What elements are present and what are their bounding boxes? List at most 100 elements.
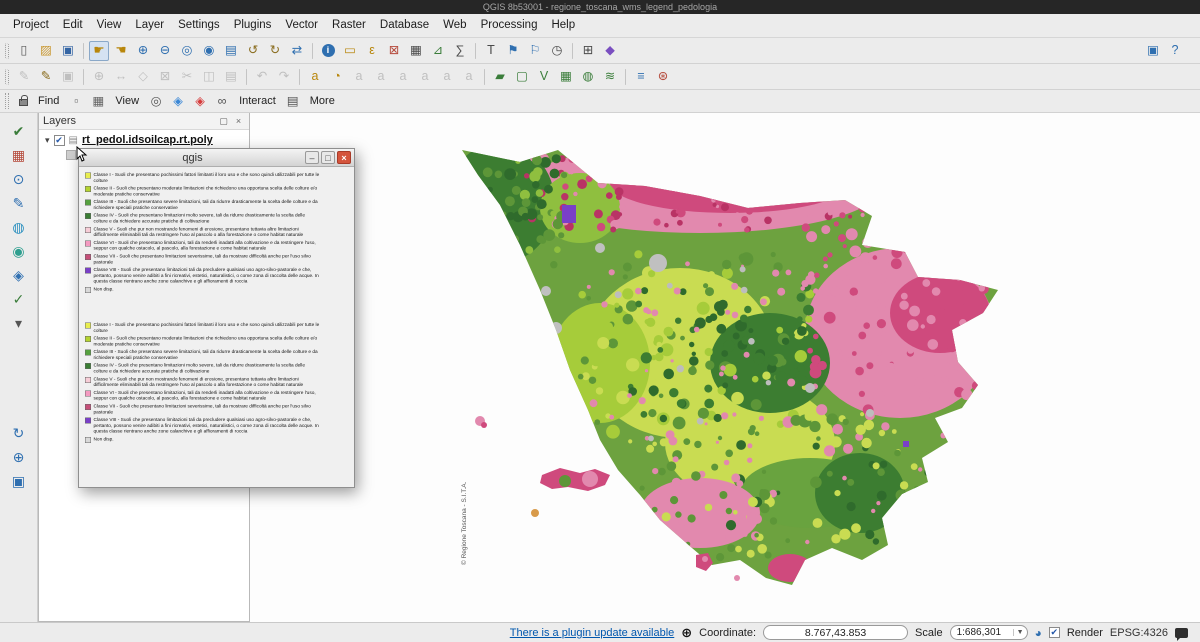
topology-checker-icon[interactable]: ▦ xyxy=(6,143,32,167)
geometry-tool-icon[interactable]: ◈ xyxy=(6,263,32,287)
menu-database[interactable]: Database xyxy=(373,14,436,37)
add-delimited-text-icon[interactable]: ≋ xyxy=(600,67,620,87)
map-canvas[interactable]: © Regione Toscana - S.I.T.A. xyxy=(250,113,1200,622)
new-map-view-icon[interactable]: ⊞ xyxy=(578,41,598,61)
identify-search-icon[interactable]: ⊙ xyxy=(6,167,32,191)
zoom-next-icon[interactable]: ↻ xyxy=(265,41,285,61)
project-open-icon[interactable]: ▨ xyxy=(36,41,56,61)
python-console-icon[interactable]: ≡ xyxy=(631,67,651,87)
cube-plugin-icon[interactable]: ▣ xyxy=(6,469,32,493)
find-label[interactable]: Find xyxy=(32,95,65,107)
processing-toolbox-icon[interactable]: ⊛ xyxy=(653,67,673,87)
help-contents-icon[interactable]: ? xyxy=(1165,41,1185,61)
menu-vector[interactable]: Vector xyxy=(278,14,325,37)
new-geopackage-layer-icon[interactable]: ▢ xyxy=(512,67,532,87)
change-label-icon[interactable]: a xyxy=(459,67,479,87)
select-by-expression-icon[interactable]: ε xyxy=(362,41,382,61)
messages-icon[interactable] xyxy=(1175,628,1188,638)
link-infinity-icon[interactable]: ∞ xyxy=(212,91,232,111)
menu-view[interactable]: View xyxy=(90,14,129,37)
layer-diagram-icon[interactable]: ◔ xyxy=(327,67,347,87)
marker-blue-icon[interactable]: ◈ xyxy=(168,91,188,111)
add-wms-layer-icon[interactable]: ◍ xyxy=(578,67,598,87)
interact-panel-icon[interactable]: ▤ xyxy=(283,91,303,111)
find-widget-icon[interactable]: ▫ xyxy=(66,91,86,111)
map-tips-icon[interactable]: T xyxy=(481,41,501,61)
more-label[interactable]: More xyxy=(304,95,341,107)
add-raster-layer-icon[interactable]: ▦ xyxy=(556,67,576,87)
refresh-map-icon[interactable]: ⇄ xyxy=(287,41,307,61)
move-feature-icon[interactable]: ↔ xyxy=(111,67,131,87)
unpin-labels-icon[interactable]: a xyxy=(371,67,391,87)
current-edits-icon[interactable]: ✎ xyxy=(14,67,34,87)
new-bookmark-icon[interactable]: ⚑ xyxy=(503,41,523,61)
undo-icon[interactable]: ↶ xyxy=(252,67,272,87)
deselect-features-icon[interactable]: ⊠ xyxy=(384,41,404,61)
layer-visibility-checkbox[interactable]: ✔ xyxy=(54,135,65,146)
menu-help[interactable]: Help xyxy=(544,14,582,37)
style-manager-icon[interactable]: ◆ xyxy=(600,41,620,61)
view-eye-icon[interactable]: ◎ xyxy=(146,91,166,111)
cut-features-icon[interactable]: ✂ xyxy=(177,67,197,87)
show-hidden-labels-icon[interactable]: a xyxy=(393,67,413,87)
plugin-update-link[interactable]: There is a plugin update available xyxy=(510,627,675,639)
save-layer-edits-icon[interactable]: ▣ xyxy=(58,67,78,87)
digitizing-check-icon[interactable]: ✔ xyxy=(6,119,32,143)
select-features-icon[interactable]: ▭ xyxy=(340,41,360,61)
zoom-to-selection-icon[interactable]: ◉ xyxy=(199,41,219,61)
find-grid-icon[interactable]: ▦ xyxy=(88,91,108,111)
menu-settings[interactable]: Settings xyxy=(171,14,227,37)
menu-project[interactable]: Project xyxy=(6,14,56,37)
search-plugin-icon[interactable]: ⊕ xyxy=(6,445,32,469)
plugin-manager-icon[interactable]: ▣ xyxy=(1143,41,1163,61)
rotate-label-icon[interactable]: a xyxy=(437,67,457,87)
marker-red-icon[interactable]: ◈ xyxy=(190,91,210,111)
project-new-icon[interactable]: ▯ xyxy=(14,41,34,61)
pin-labels-icon[interactable]: a xyxy=(349,67,369,87)
lock-icon[interactable] xyxy=(19,99,28,106)
open-attribute-table-icon[interactable]: ▦ xyxy=(406,41,426,61)
redo-icon[interactable]: ↷ xyxy=(274,67,294,87)
layer-name[interactable]: rt_pedol.idsoilcap.rt.poly xyxy=(82,134,213,146)
coordinate-capture-icon[interactable]: ◉ xyxy=(6,239,32,263)
maximize-button[interactable]: □ xyxy=(321,151,335,164)
layer-expander-icon[interactable]: ▾ xyxy=(45,135,50,146)
menu-layer[interactable]: Layer xyxy=(128,14,171,37)
menu-edit[interactable]: Edit xyxy=(56,14,90,37)
coordinate-input[interactable] xyxy=(763,625,908,640)
vector-check-icon[interactable]: ✓ xyxy=(6,287,32,311)
show-bookmarks-icon[interactable]: ⚐ xyxy=(525,41,545,61)
zoom-in-icon[interactable]: ⊕ xyxy=(133,41,153,61)
dialog-titlebar[interactable]: qgis – □ × xyxy=(79,149,354,167)
menu-processing[interactable]: Processing xyxy=(474,14,545,37)
menu-plugins[interactable]: Plugins xyxy=(227,14,279,37)
rotation-icon[interactable]: ◕ xyxy=(1035,626,1042,640)
render-checkbox[interactable]: ✔ xyxy=(1049,627,1060,638)
close-button[interactable]: × xyxy=(337,151,351,164)
panel-close-icon[interactable]: × xyxy=(232,115,245,128)
zoom-full-icon[interactable]: ◎ xyxy=(177,41,197,61)
panel-dock-icon[interactable]: ▢ xyxy=(217,115,230,128)
vertex-tool-icon[interactable]: ◇ xyxy=(133,67,153,87)
copy-features-icon[interactable]: ◫ xyxy=(199,67,219,87)
pan-to-selection-icon[interactable]: ☚ xyxy=(111,41,131,61)
web-globe-icon[interactable]: ◍ xyxy=(6,215,32,239)
add-vector-layer-icon[interactable]: V xyxy=(534,67,554,87)
pan-map-icon[interactable]: ☛ xyxy=(89,41,109,61)
interact-label[interactable]: Interact xyxy=(233,95,282,107)
measure-icon[interactable]: ⊿ xyxy=(428,41,448,61)
zoom-out-icon[interactable]: ⊖ xyxy=(155,41,175,61)
project-save-icon[interactable]: ▣ xyxy=(58,41,78,61)
minimize-button[interactable]: – xyxy=(305,151,319,164)
new-shapefile-layer-icon[interactable]: ▰ xyxy=(490,67,510,87)
paste-features-icon[interactable]: ▤ xyxy=(221,67,241,87)
scale-combo[interactable]: 1:686,301 ▼ xyxy=(950,625,1028,640)
move-label-icon[interactable]: a xyxy=(415,67,435,87)
menu-raster[interactable]: Raster xyxy=(325,14,373,37)
temporal-controller-icon[interactable]: ◷ xyxy=(547,41,567,61)
zoom-to-layer-icon[interactable]: ▤ xyxy=(221,41,241,61)
zoom-last-icon[interactable]: ↺ xyxy=(243,41,263,61)
menu-web[interactable]: Web xyxy=(436,14,473,37)
crs-status[interactable]: EPSG:4326 xyxy=(1110,627,1168,639)
identify-features-icon[interactable]: i xyxy=(318,41,338,61)
